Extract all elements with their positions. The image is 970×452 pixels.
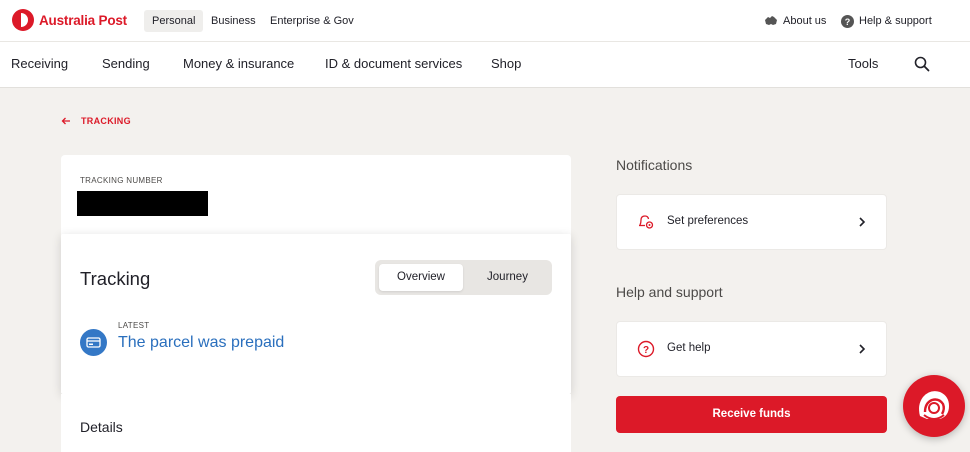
notifications-heading: Notifications [616, 157, 693, 173]
tracking-number-label: TRACKING NUMBER [80, 176, 163, 185]
get-help-label: Get help [667, 342, 711, 354]
back-arrow-icon [61, 117, 71, 125]
svg-text:?: ? [643, 345, 649, 356]
about-us-label: About us [783, 15, 827, 27]
australia-post-logo-icon [12, 9, 34, 31]
nav-id-document-services[interactable]: ID & document services [325, 56, 462, 71]
chevron-right-icon [857, 215, 867, 229]
tab-journey[interactable]: Journey [467, 264, 548, 291]
prepaid-card-icon [80, 329, 107, 356]
set-preferences-label: Set preferences [667, 215, 749, 227]
about-us-link[interactable]: About us [764, 10, 826, 32]
segment-personal[interactable]: Personal [144, 10, 204, 32]
tracking-number-card: TRACKING NUMBER [61, 155, 571, 235]
chat-assistant-icon [919, 391, 949, 420]
question-circle-icon: ? [841, 14, 854, 28]
australia-map-icon [764, 15, 778, 27]
receive-funds-button[interactable]: Receive funds [616, 396, 887, 433]
tracking-card: Tracking Overview Journey LATEST The par… [61, 234, 571, 394]
svg-text:?: ? [845, 16, 851, 26]
segment-business[interactable]: Business [203, 10, 264, 32]
nav-shop[interactable]: Shop [491, 56, 521, 71]
latest-label: LATEST [118, 321, 150, 330]
view-toggle: Overview Journey [375, 260, 552, 295]
details-title: Details [80, 419, 123, 435]
help-support-label: Help & support [859, 15, 932, 27]
brand-name: Australia Post [39, 12, 127, 28]
chat-assistant-button[interactable] [903, 375, 965, 437]
help-support-link[interactable]: ? Help & support [841, 10, 932, 32]
bell-gear-icon [637, 213, 655, 231]
nav-sending[interactable]: Sending [102, 56, 150, 71]
set-preferences-card[interactable]: Set preferences [616, 194, 887, 250]
breadcrumb[interactable]: TRACKING [61, 116, 131, 126]
segment-enterprise-gov[interactable]: Enterprise & Gov [262, 10, 362, 32]
tab-overview[interactable]: Overview [379, 264, 463, 291]
get-help-card[interactable]: ? Get help [616, 321, 887, 377]
australia-post-logo[interactable]: Australia Post [12, 9, 127, 31]
main-navigation: Receiving Sending Money & insurance ID &… [0, 42, 970, 88]
tracking-number-redacted [77, 191, 208, 216]
latest-status: The parcel was prepaid [118, 334, 285, 351]
nav-receiving[interactable]: Receiving [11, 56, 68, 71]
search-icon[interactable] [914, 56, 932, 74]
top-utility-bar: Australia Post Personal Business Enterpr… [0, 0, 970, 42]
details-card: Details [61, 394, 571, 452]
breadcrumb-label: TRACKING [81, 116, 131, 126]
nav-money-insurance[interactable]: Money & insurance [183, 56, 294, 71]
help-support-heading: Help and support [616, 284, 723, 300]
nav-tools[interactable]: Tools [848, 56, 878, 71]
tracking-title: Tracking [80, 268, 151, 289]
chevron-right-icon [857, 342, 867, 356]
question-circle-icon: ? [637, 340, 655, 358]
